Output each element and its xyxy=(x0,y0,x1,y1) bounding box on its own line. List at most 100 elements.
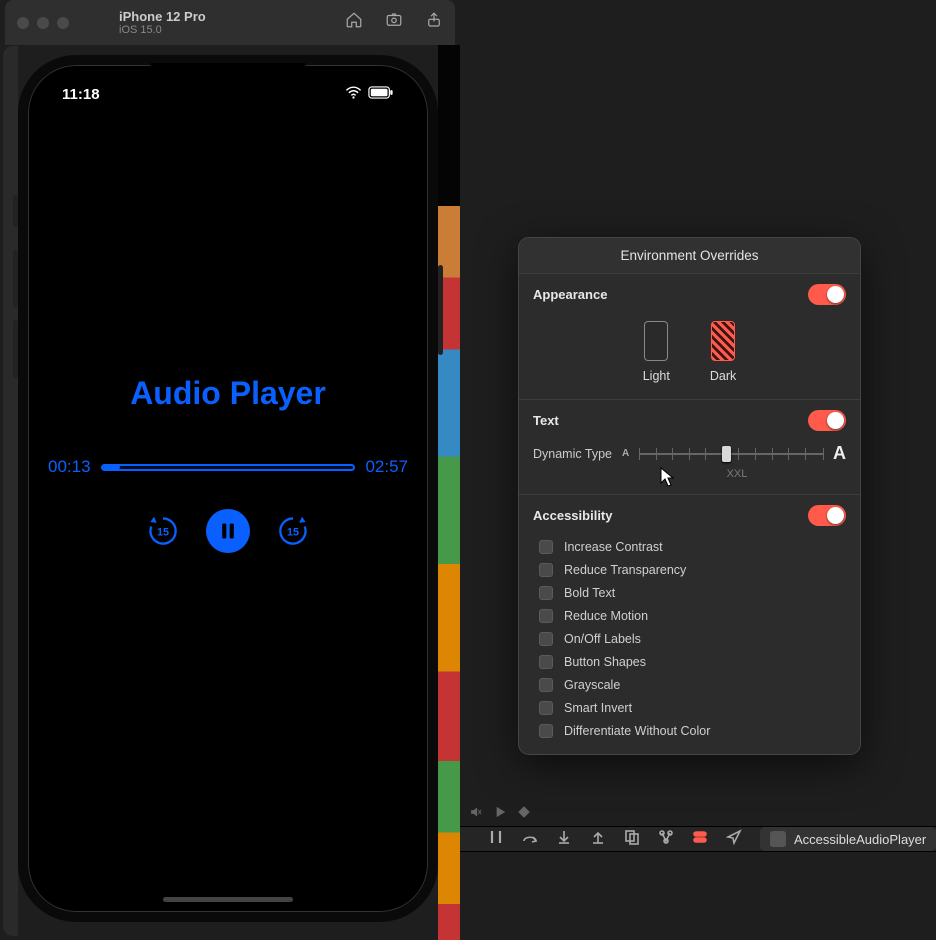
accessibility-option[interactable]: Grayscale xyxy=(539,678,846,692)
mini-debug-icons xyxy=(460,804,530,824)
accessibility-option-label: Reduce Motion xyxy=(564,609,648,623)
dark-label: Dark xyxy=(710,369,736,383)
step-out-icon[interactable] xyxy=(590,829,606,850)
skip-forward-button[interactable]: 15 xyxy=(274,512,312,550)
accessibility-label: Accessibility xyxy=(533,508,613,523)
simulator-title: iPhone 12 Pro iOS 15.0 xyxy=(119,9,206,36)
minimize-dot[interactable] xyxy=(37,17,49,29)
home-indicator[interactable] xyxy=(163,897,293,902)
zoom-dot[interactable] xyxy=(57,17,69,29)
process-picker[interactable]: AccessibleAudioPlayer xyxy=(760,827,936,851)
dynamic-type-label: Dynamic Type xyxy=(533,447,612,461)
accessibility-option[interactable]: On/Off Labels xyxy=(539,632,846,646)
accessibility-option-label: Button Shapes xyxy=(564,655,646,669)
small-a-icon: A xyxy=(622,448,629,459)
checkbox[interactable] xyxy=(539,563,553,577)
simulator-titlebar: iPhone 12 Pro iOS 15.0 xyxy=(5,0,455,45)
device-os: iOS 15.0 xyxy=(119,24,206,36)
home-icon[interactable] xyxy=(345,11,363,34)
springboard-peek xyxy=(438,45,460,940)
svg-text:15: 15 xyxy=(157,527,169,539)
slider-thumb[interactable] xyxy=(722,446,731,462)
playback-controls: 15 15 xyxy=(144,509,312,553)
screenshot-icon[interactable] xyxy=(385,11,403,34)
popover-title: Environment Overrides xyxy=(519,238,860,274)
checkbox[interactable] xyxy=(539,632,553,646)
progress-row: 00:13 02:57 xyxy=(48,457,408,477)
status-bar: 11:18 xyxy=(28,83,428,105)
checkbox[interactable] xyxy=(539,540,553,554)
status-time: 11:18 xyxy=(62,86,100,103)
device-name: iPhone 12 Pro xyxy=(119,9,206,24)
play-mini-icon[interactable] xyxy=(494,805,506,823)
checkbox[interactable] xyxy=(539,724,553,738)
remaining-time: 02:57 xyxy=(365,457,408,477)
accessibility-option[interactable]: Button Shapes xyxy=(539,655,846,669)
accessibility-option[interactable]: Reduce Transparency xyxy=(539,563,846,577)
text-section: Text Dynamic Type A A xyxy=(519,400,860,495)
accessibility-option[interactable]: Bold Text xyxy=(539,586,846,600)
accessibility-option-label: Increase Contrast xyxy=(564,540,663,554)
dynamic-type-slider[interactable] xyxy=(639,444,823,464)
progress-slider[interactable] xyxy=(101,464,356,471)
appearance-section: Appearance Light Dark xyxy=(519,274,860,400)
memory-graph-icon[interactable] xyxy=(658,829,674,850)
appearance-dark-option[interactable]: Dark xyxy=(710,321,736,383)
checkbox[interactable] xyxy=(539,609,553,623)
accessibility-option-label: On/Off Labels xyxy=(564,632,641,646)
accessibility-option-label: Grayscale xyxy=(564,678,620,692)
progress-fill xyxy=(103,466,121,469)
accessibility-section: Accessibility Increase Contrast Reduce Tr… xyxy=(519,495,860,754)
appearance-label: Appearance xyxy=(533,287,607,302)
checkbox[interactable] xyxy=(539,655,553,669)
accessibility-toggle[interactable] xyxy=(808,505,846,526)
debug-toolbar: AccessibleAudioPlayer xyxy=(460,826,936,852)
elapsed-time: 00:13 xyxy=(48,457,91,477)
wifi-icon xyxy=(345,86,362,103)
appearance-light-option[interactable]: Light xyxy=(643,321,670,383)
window-traffic-lights[interactable] xyxy=(17,17,69,29)
pause-button[interactable] xyxy=(206,509,250,553)
text-label: Text xyxy=(533,413,559,428)
checkbox[interactable] xyxy=(539,701,553,715)
large-a-icon: A xyxy=(833,443,846,464)
accessibility-options-list: Increase Contrast Reduce Transparency Bold… xyxy=(533,536,846,740)
skip-back-button[interactable]: 15 xyxy=(144,512,182,550)
environment-overrides-icon[interactable] xyxy=(692,829,708,850)
close-dot[interactable] xyxy=(17,17,29,29)
app-content: Audio Player 00:13 02:57 15 15 xyxy=(28,375,428,553)
iphone-frame: 11:18 Audio Player 00:13 02:57 15 xyxy=(18,55,438,922)
accessibility-option[interactable]: Differentiate Without Color xyxy=(539,724,846,738)
light-mode-icon xyxy=(644,321,668,361)
accessibility-option[interactable]: Smart Invert xyxy=(539,701,846,715)
accessibility-option[interactable]: Reduce Motion xyxy=(539,609,846,623)
background-edge xyxy=(3,46,18,936)
volume-down-button[interactable] xyxy=(13,320,18,378)
silent-switch[interactable] xyxy=(13,195,18,227)
text-toggle[interactable] xyxy=(808,410,846,431)
app-title: Audio Player xyxy=(130,375,326,412)
volume-up-button[interactable] xyxy=(13,250,18,308)
diamond-icon[interactable] xyxy=(518,805,530,823)
share-icon[interactable] xyxy=(425,11,443,34)
step-over-icon[interactable] xyxy=(522,829,538,850)
view-debug-icon[interactable] xyxy=(624,829,640,850)
appearance-toggle[interactable] xyxy=(808,284,846,305)
pause-debug-button[interactable] xyxy=(488,829,504,850)
location-icon[interactable] xyxy=(726,829,742,850)
accessibility-option[interactable]: Increase Contrast xyxy=(539,540,846,554)
battery-icon xyxy=(368,86,394,103)
power-button[interactable] xyxy=(438,265,443,355)
checkbox[interactable] xyxy=(539,586,553,600)
accessibility-option-label: Smart Invert xyxy=(564,701,632,715)
accessibility-option-label: Reduce Transparency xyxy=(564,563,686,577)
environment-overrides-popover: Environment Overrides Appearance Light D… xyxy=(518,237,861,755)
checkbox[interactable] xyxy=(539,678,553,692)
dark-mode-icon xyxy=(711,321,735,361)
light-label: Light xyxy=(643,369,670,383)
muted-icon[interactable] xyxy=(470,805,482,823)
accessibility-option-label: Bold Text xyxy=(564,586,615,600)
step-in-icon[interactable] xyxy=(556,829,572,850)
scheme-name: AccessibleAudioPlayer xyxy=(794,832,926,847)
svg-text:15: 15 xyxy=(287,527,299,539)
